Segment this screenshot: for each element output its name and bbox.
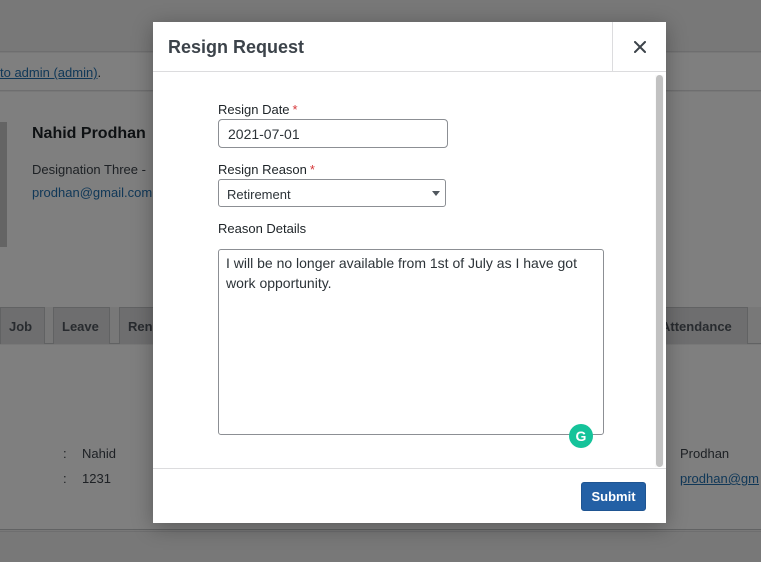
modal-title: Resign Request bbox=[168, 37, 305, 57]
modal-header: Resign Request bbox=[153, 22, 666, 72]
grammarly-glyph: G bbox=[575, 428, 587, 444]
close-icon bbox=[633, 41, 646, 53]
chevron-down-icon bbox=[432, 191, 440, 196]
resign-request-modal: Resign Request Resign Date* Resign Reaso… bbox=[153, 22, 666, 523]
grammarly-icon[interactable]: G bbox=[569, 424, 593, 448]
resign-reason-label: Resign Reason * bbox=[218, 162, 315, 177]
resign-date-input[interactable] bbox=[218, 119, 448, 148]
resign-reason-select[interactable]: Retirement bbox=[218, 179, 446, 207]
close-button[interactable] bbox=[612, 22, 666, 72]
submit-button[interactable]: Submit bbox=[581, 482, 646, 511]
modal-body: Resign Date* Resign Reason* Retirement R… bbox=[153, 73, 666, 467]
resign-reason-selected: Retirement bbox=[227, 187, 291, 202]
resign-reason-label-text: Resign Reason bbox=[218, 162, 307, 177]
modal-scrollbar[interactable] bbox=[655, 75, 664, 467]
required-marker: * bbox=[309, 162, 315, 177]
modal-footer: Submit bbox=[153, 468, 666, 523]
resign-date-label: Resign Date * bbox=[218, 102, 298, 117]
resign-date-label-text: Resign Date bbox=[218, 102, 290, 117]
reason-details-label: Reason Details bbox=[218, 221, 307, 236]
required-marker: * bbox=[292, 102, 298, 117]
reason-details-textarea[interactable]: I will be no longer available from 1st o… bbox=[218, 249, 604, 435]
scrollbar-thumb[interactable] bbox=[656, 75, 663, 467]
